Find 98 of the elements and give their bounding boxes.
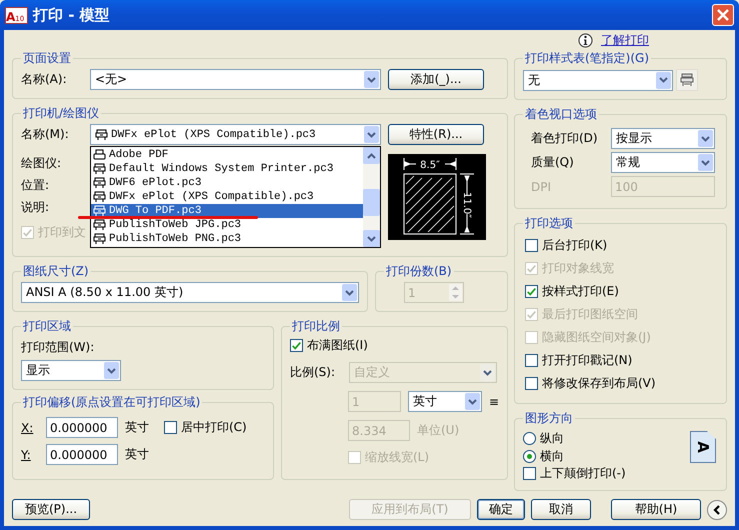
- dropdown[interactable]: ANSI A (8.50 x 11.00 英寸): [21, 282, 359, 303]
- field-label: 打印范围(W):: [21, 339, 96, 356]
- group-title: 图形方向: [524, 410, 574, 427]
- checkbox-label: 布满图纸(I): [307, 337, 368, 354]
- field-label: X:: [21, 420, 34, 434]
- checkbox-label: 按样式打印(E): [542, 283, 619, 300]
- checkbox[interactable]: [290, 339, 303, 352]
- field-label: 绘图仪:: [21, 155, 62, 172]
- group-title: 打印区域: [22, 318, 72, 335]
- printer-option[interactable]: DWF6 ePlot.pc3: [91, 176, 363, 190]
- checkbox[interactable]: [523, 467, 536, 480]
- printer-option[interactable]: Default Windows System Printer.pc3: [91, 162, 363, 176]
- checkbox-label: 上下颠倒打印(-): [540, 465, 626, 482]
- plotter-icon: [93, 219, 106, 231]
- checkbox-label: 打开打印戳记(N): [542, 352, 632, 369]
- group-title: 打印份数(B): [385, 263, 453, 280]
- scroll-up-icon: [367, 152, 376, 158]
- unit-label: 单位(U): [417, 422, 460, 439]
- close-icon: [717, 9, 729, 21]
- dropdown[interactable]: 显示: [21, 360, 121, 381]
- checkbox-label: 缩放线宽(L): [365, 449, 430, 466]
- group-title: 打印偏移(原点设置在可打印区域): [22, 394, 202, 411]
- radio-button[interactable]: [523, 432, 536, 444]
- help-link[interactable]: 了解打印: [601, 32, 649, 48]
- properties-button[interactable]: 特性(R)...: [388, 124, 484, 145]
- radio-label: 横向: [540, 448, 564, 464]
- dimension-label: 11.0″: [461, 192, 472, 218]
- dropdown[interactable]: 按显示: [611, 128, 715, 149]
- dropdown[interactable]: 无: [523, 70, 673, 90]
- equals-sign: ≡: [488, 394, 499, 408]
- dropdown[interactable]: 英寸: [408, 391, 482, 412]
- chevron-left-icon: [712, 504, 722, 514]
- field-label: 位置:: [21, 177, 50, 194]
- field-label: Y:: [21, 448, 32, 462]
- dropdown[interactable]: <无>: [90, 69, 381, 90]
- spin-down-icon: [452, 294, 459, 299]
- plotter-icon: [680, 73, 694, 87]
- field-label: 质量(Q): [531, 154, 575, 171]
- scrollbar[interactable]: [363, 147, 380, 247]
- field-label: 比例(S):: [290, 364, 336, 381]
- printer-option[interactable]: DWG To PDF.pc3: [91, 204, 363, 218]
- dropdown[interactable]: 常规: [611, 152, 715, 173]
- group-title: 着色视口选项: [524, 106, 598, 123]
- radio-button[interactable]: [523, 450, 536, 462]
- group-title: 打印样式表(笔指定)(G): [524, 50, 650, 67]
- edit-style-button[interactable]: [676, 69, 698, 91]
- field-label: 名称(A):: [21, 71, 68, 88]
- printer-option[interactable]: DWFx ePlot (XPS Compatible).pc3: [91, 190, 363, 204]
- checkbox[interactable]: [164, 421, 177, 434]
- dialog-button[interactable]: 帮助(H): [611, 499, 701, 520]
- checkbox-label: 居中打印(C): [181, 419, 247, 436]
- collapse-button[interactable]: [707, 500, 727, 520]
- printer-icon: [93, 149, 106, 161]
- checkbox-label: 隐藏图纸空间对象(J): [542, 329, 651, 346]
- plotter-icon: [95, 128, 108, 140]
- add-button[interactable]: 添加(_)...: [388, 69, 484, 90]
- radio-label: 纵向: [540, 430, 564, 446]
- plotter-icon: [93, 163, 106, 175]
- checkbox-label: 将修改保存到布局(V): [542, 375, 656, 392]
- field-label: DPI: [531, 180, 552, 194]
- text-field[interactable]: 0.000000: [46, 444, 118, 465]
- info-icon: [578, 32, 593, 48]
- plotter-icon: [93, 177, 106, 189]
- close-button[interactable]: [712, 4, 734, 26]
- printer-option[interactable]: PublishToWeb PNG.pc3: [91, 232, 363, 246]
- dialog-button[interactable]: 取消: [531, 499, 591, 520]
- checkbox[interactable]: [525, 354, 538, 367]
- field-label: 名称(M):: [21, 126, 70, 143]
- plotter-icon: [93, 191, 106, 203]
- page-orientation-icon: A: [690, 431, 716, 463]
- field-label: 着色打印(D): [531, 130, 599, 147]
- checkbox-label: 后台打印(K): [542, 237, 608, 254]
- field-label: 说明:: [21, 199, 50, 216]
- scroll-down-icon: [367, 236, 376, 242]
- checkbox-label: 打印到文: [38, 224, 86, 241]
- group-title: 图纸尺寸(Z): [22, 263, 90, 280]
- preview-button[interactable]: 预览(P)...: [12, 499, 90, 520]
- plotter-icon: [93, 205, 106, 217]
- spin-up-icon: [452, 286, 459, 290]
- checkbox[interactable]: [525, 377, 538, 390]
- printer-option[interactable]: PublishToWeb JPG.pc3: [91, 218, 363, 232]
- checkbox[interactable]: [525, 285, 538, 298]
- dimension-label: 8.5″: [420, 160, 440, 171]
- group-title: 打印比例: [291, 318, 341, 335]
- group-title: 打印选项: [524, 215, 574, 232]
- checkbox-label: 最后打印图纸空间: [542, 306, 638, 323]
- printer-option[interactable]: Adobe PDF: [91, 148, 363, 162]
- checkbox-label: 打印对象线宽: [542, 260, 614, 277]
- group-title: 页面设置: [22, 50, 72, 67]
- dialog-button[interactable]: 确定: [477, 499, 525, 520]
- group-title: 打印机/绘图仪: [22, 105, 100, 122]
- dropdown[interactable]: DWFx ePlot (XPS Compatible).pc3: [90, 124, 381, 145]
- window-title: 打印 - 模型: [33, 6, 111, 24]
- unit-label: 英寸: [125, 446, 149, 463]
- checkbox[interactable]: [525, 239, 538, 252]
- text-field[interactable]: 0.000000: [46, 417, 118, 438]
- unit-label: 英寸: [125, 419, 149, 436]
- plotter-icon: [93, 233, 106, 245]
